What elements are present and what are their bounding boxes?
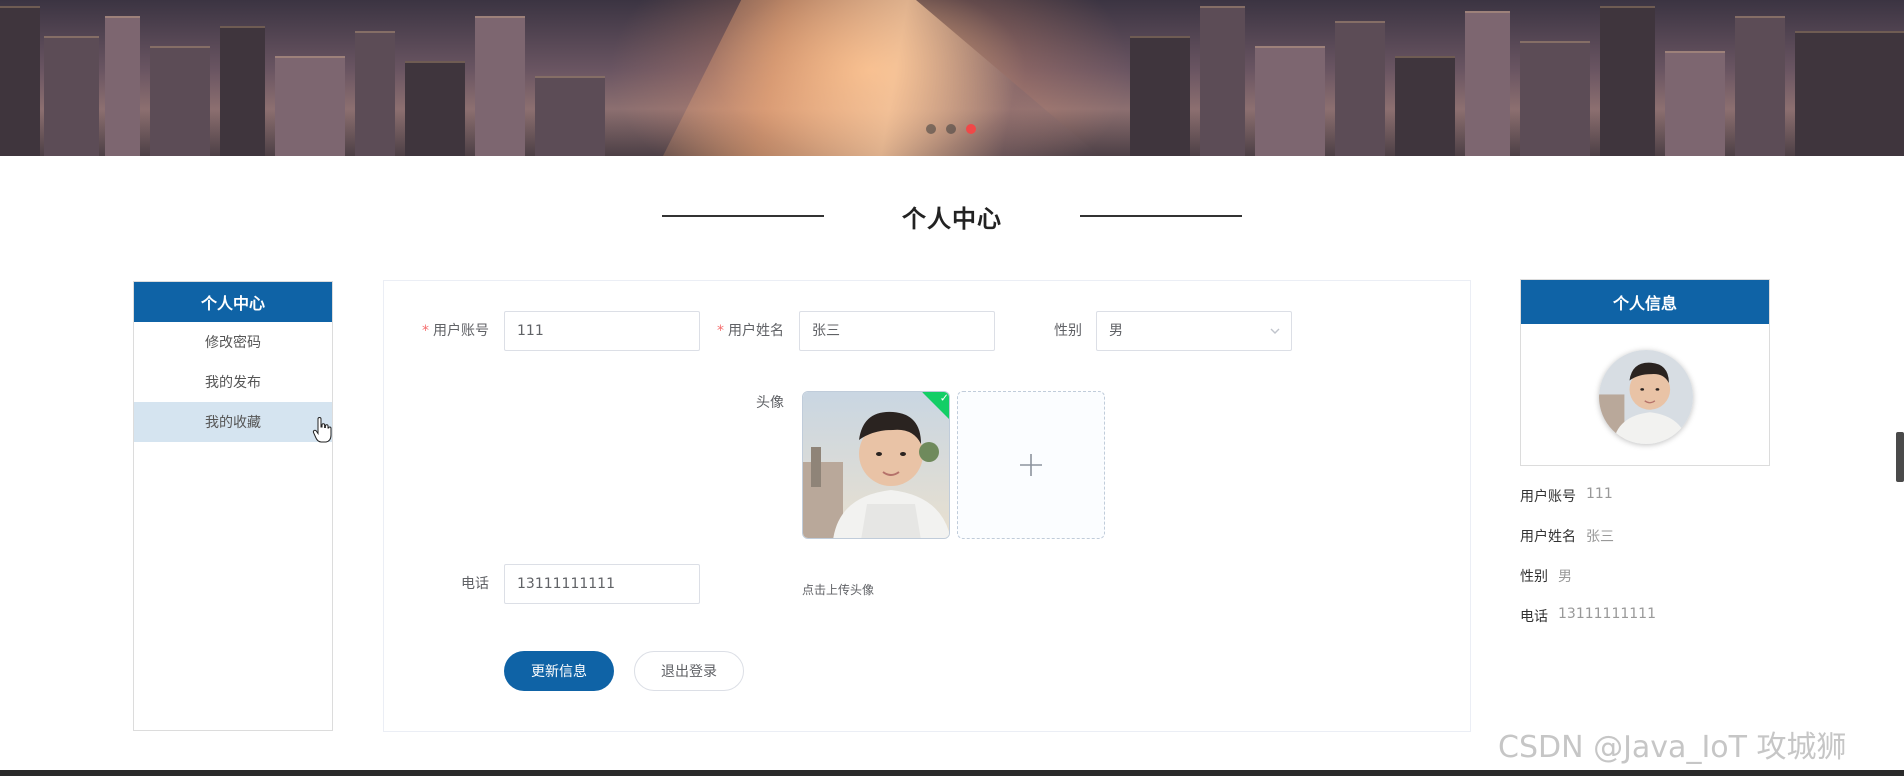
account-label-text: 用户账号 <box>433 323 489 339</box>
section-title: 个人中心 <box>0 196 1904 236</box>
page-title: 个人中心 <box>902 204 1002 233</box>
menu-item-change-password[interactable]: 修改密码 <box>134 322 332 362</box>
phone-input[interactable]: 13111111111 <box>504 564 700 604</box>
avatar-photo <box>803 392 949 538</box>
menu-item-label: 我的发布 <box>205 375 261 391</box>
profile-row-account: 用户账号 111 <box>1520 486 1613 506</box>
profile-row-value: 111 <box>1586 486 1613 502</box>
profile-row-value: 张三 <box>1586 529 1614 545</box>
avatar-photo <box>1599 350 1693 444</box>
banner-building <box>1795 31 1904 156</box>
title-line-left <box>662 215 824 217</box>
hero-banner <box>0 0 1904 156</box>
avatar-upload-button[interactable] <box>957 391 1105 539</box>
profile-form: * 用户账号 111 * 用户姓名 张三 性别 男 头像 ✓ 电话 131111… <box>383 280 1471 732</box>
menu-item-my-posts[interactable]: 我的发布 <box>134 362 332 402</box>
banner-building <box>1200 6 1245 156</box>
profile-row-label: 用户账号 <box>1520 489 1576 505</box>
name-label-text: 用户姓名 <box>728 323 784 339</box>
gender-select[interactable]: 男 <box>1096 311 1292 351</box>
banner-building <box>1665 51 1725 156</box>
profile-row-label: 性别 <box>1520 569 1548 585</box>
banner-building <box>44 36 99 156</box>
banner-building <box>220 26 265 156</box>
banner-building <box>1465 11 1510 156</box>
name-input[interactable]: 张三 <box>799 311 995 351</box>
required-star: * <box>422 323 429 339</box>
left-menu-header: 个人中心 <box>134 282 332 322</box>
title-line-right <box>1080 215 1242 217</box>
hand-cursor-icon <box>312 417 332 443</box>
upload-tip: 点击上传头像 <box>802 583 875 597</box>
scrollbar-thumb[interactable] <box>1896 432 1904 482</box>
banner-building <box>275 56 345 156</box>
banner-building <box>105 16 140 156</box>
check-icon: ✓ <box>939 391 949 405</box>
update-info-button[interactable]: 更新信息 <box>504 651 614 691</box>
banner-building <box>0 6 40 156</box>
banner-building <box>405 61 465 156</box>
profile-info-header: 个人信息 <box>1521 280 1769 324</box>
banner-building <box>1520 41 1590 156</box>
menu-item-label: 修改密码 <box>205 335 261 351</box>
profile-row-value: 男 <box>1558 569 1572 585</box>
gender-label: 性别 <box>1054 323 1082 339</box>
carousel-dot[interactable] <box>926 124 936 134</box>
plus-icon <box>1020 454 1042 476</box>
account-label: * 用户账号 <box>394 311 489 351</box>
profile-row-label: 电话 <box>1520 609 1548 625</box>
carousel-dot[interactable] <box>966 124 976 134</box>
banner-building <box>1395 56 1455 156</box>
banner-building <box>150 46 210 156</box>
avatar <box>1599 350 1693 444</box>
chevron-down-icon <box>1270 328 1280 334</box>
required-star: * <box>717 323 724 339</box>
profile-row-value: 13111111111 <box>1558 606 1656 622</box>
phone-label: 电话 <box>461 576 489 592</box>
personal-center-page: 个人中心 个人中心 修改密码 我的发布 我的收藏 * 用户账号 111 * 用户姓名… <box>0 0 1904 776</box>
profile-row-name: 用户姓名 张三 <box>1520 526 1614 546</box>
logout-button[interactable]: 退出登录 <box>634 651 744 691</box>
banner-building <box>1600 6 1655 156</box>
avatar-label: 头像 <box>756 395 784 411</box>
carousel-indicator <box>926 124 976 134</box>
banner-building <box>1735 16 1785 156</box>
left-menu: 个人中心 修改密码 我的发布 我的收藏 <box>133 281 333 731</box>
watermark: CSDN @Java_IoT 攻城狮 <box>1498 730 1847 765</box>
gender-select-value: 男 <box>1109 323 1123 339</box>
carousel-dot[interactable] <box>946 124 956 134</box>
banner-building <box>355 31 395 156</box>
banner-building <box>475 16 525 156</box>
profile-row-phone: 电话 13111111111 <box>1520 606 1656 626</box>
name-label: * 用户姓名 <box>634 311 784 351</box>
menu-item-my-favorites[interactable]: 我的收藏 <box>134 402 332 442</box>
banner-building <box>1255 46 1325 156</box>
banner-building <box>1130 36 1190 156</box>
bottom-bar <box>0 770 1904 776</box>
profile-info-card: 个人信息 <box>1520 279 1770 466</box>
profile-row-gender: 性别男 <box>1520 566 1572 586</box>
banner-building <box>535 76 605 156</box>
avatar-uploaded-image[interactable]: ✓ <box>802 391 950 539</box>
banner-building <box>1335 21 1385 156</box>
menu-item-label: 我的收藏 <box>205 415 261 431</box>
profile-row-label: 用户姓名 <box>1520 529 1576 545</box>
